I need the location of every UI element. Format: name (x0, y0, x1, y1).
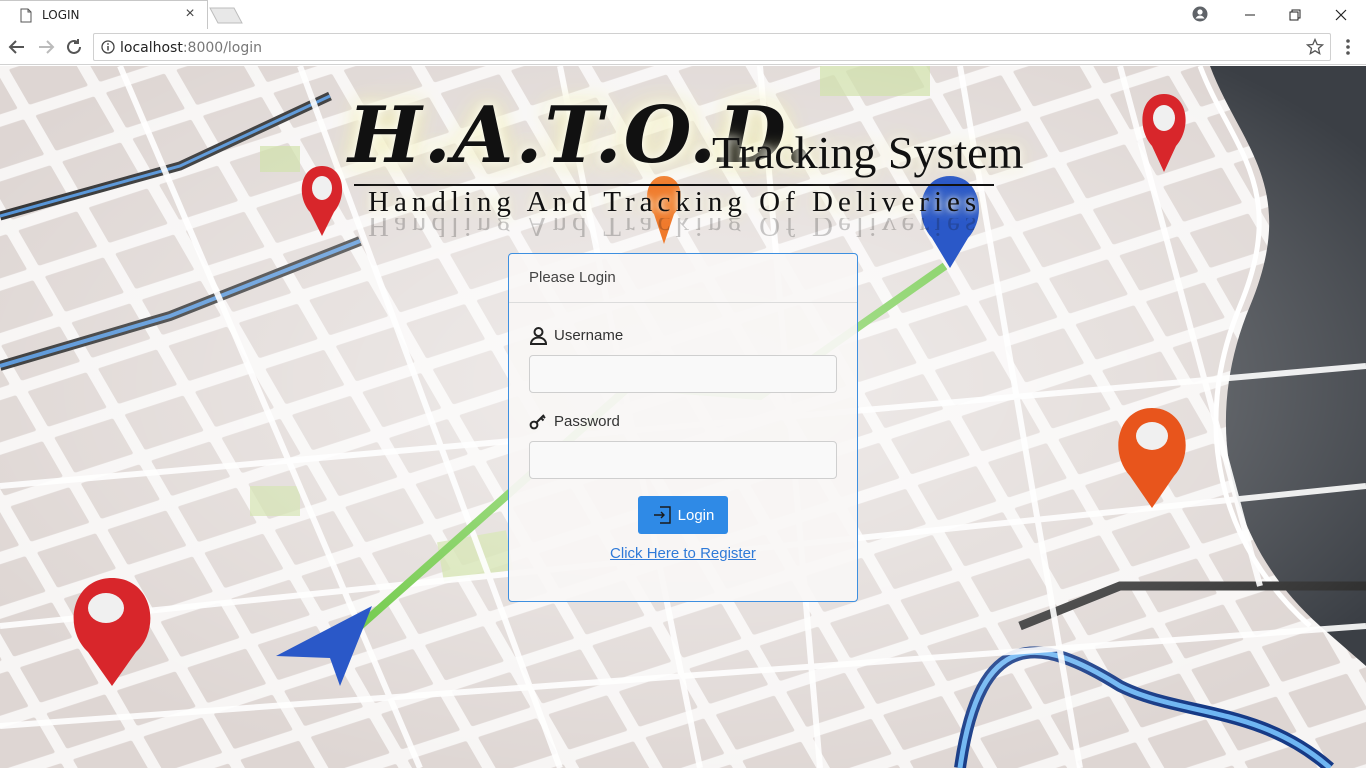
password-label: Password (529, 412, 620, 431)
logo-tagline: Handling And Tracking Of Deliveries (368, 186, 982, 218)
username-input[interactable] (529, 355, 837, 393)
close-icon (1335, 9, 1347, 20)
tab-title: LOGIN (42, 8, 80, 22)
new-tab-button[interactable] (209, 7, 243, 24)
login-card: Please Login Username Password Login Cli… (508, 253, 858, 602)
browser-toolbar: localhost:8000/login (0, 29, 1366, 65)
key-icon (529, 414, 546, 430)
tab-strip: LOGIN × (0, 0, 1366, 29)
bookmark-star-icon[interactable] (1306, 38, 1324, 56)
close-tab-icon[interactable]: × (182, 6, 198, 22)
sign-in-icon (653, 506, 671, 524)
username-label: Username (529, 326, 623, 345)
reload-icon[interactable] (63, 36, 85, 58)
password-input[interactable] (529, 441, 837, 479)
document-icon (20, 8, 32, 23)
register-link[interactable]: Click Here to Register (509, 545, 857, 562)
profile-icon[interactable] (1192, 6, 1208, 22)
close-window-button[interactable] (1318, 0, 1364, 29)
user-icon (529, 327, 548, 345)
browser-tab[interactable]: LOGIN × (0, 0, 208, 29)
login-button-label: Login (677, 506, 715, 524)
page-viewport: H.A.T.O.D. Tracking System Handling And … (0, 66, 1366, 768)
back-arrow-icon[interactable] (6, 36, 28, 58)
kebab-menu-icon[interactable] (1340, 37, 1356, 57)
url-text: localhost:8000/login (120, 40, 262, 56)
hatod-logo: H.A.T.O.D. Tracking System Handling And … (340, 86, 1040, 246)
login-card-header: Please Login (509, 254, 857, 303)
login-button[interactable]: Login (638, 496, 728, 534)
info-icon[interactable] (101, 40, 115, 54)
restore-icon (1289, 9, 1301, 20)
restore-button[interactable] (1272, 0, 1318, 29)
logo-side-text: Tracking System (712, 127, 1024, 178)
minimize-button[interactable] (1227, 0, 1273, 29)
password-label-text: Password (554, 413, 620, 430)
address-bar[interactable]: localhost:8000/login (93, 33, 1331, 61)
minimize-icon (1245, 14, 1255, 15)
username-label-text: Username (554, 327, 624, 344)
logo-tagline-reflection: Handling And Tracking Of Deliveries (368, 218, 982, 242)
url-host: localhost (120, 40, 183, 56)
url-path: :8000/login (182, 40, 263, 56)
forward-arrow-icon[interactable] (35, 36, 57, 58)
